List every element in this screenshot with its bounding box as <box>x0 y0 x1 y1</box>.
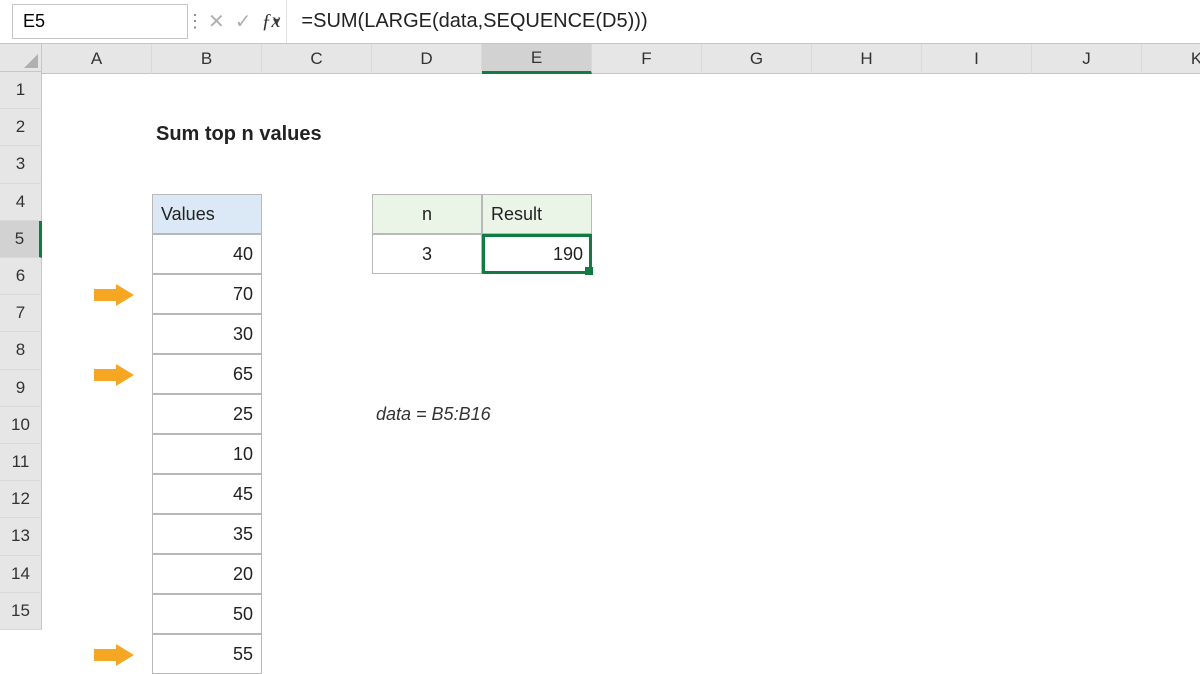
formula-bar: ▾ ⋮ ✕ ✓ ƒx =SUM(LARGE(data,SEQUENCE(D5))… <box>0 0 1200 44</box>
range-note: data = B5:B16 <box>372 394 592 434</box>
row-header[interactable]: 7 <box>0 295 42 332</box>
col-header[interactable]: C <box>262 44 372 74</box>
cell-result-value[interactable]: 190 <box>482 234 592 274</box>
enter-icon[interactable]: ✓ <box>235 9 252 34</box>
row-headers: 1 2 3 4 5 6 7 8 9 10 11 12 13 14 15 <box>0 44 42 630</box>
row-header[interactable]: 14 <box>0 556 42 593</box>
col-header[interactable]: F <box>592 44 702 74</box>
col-header[interactable]: D <box>372 44 482 74</box>
row-header[interactable]: 9 <box>0 370 42 407</box>
formula-input[interactable]: =SUM(LARGE(data,SEQUENCE(D5))) <box>286 0 1200 43</box>
arrow-right-icon <box>94 364 124 384</box>
cell-value[interactable]: 65 <box>152 354 262 394</box>
row-header[interactable]: 8 <box>0 332 42 369</box>
select-all-corner[interactable] <box>0 44 42 72</box>
cell-value[interactable]: 55 <box>152 634 262 674</box>
col-header[interactable]: A <box>42 44 152 74</box>
cell-value[interactable]: 20 <box>152 554 262 594</box>
cell-value[interactable]: 35 <box>152 514 262 554</box>
row-header[interactable]: 6 <box>0 258 42 295</box>
header-values[interactable]: Values <box>152 194 262 234</box>
col-header[interactable]: H <box>812 44 922 74</box>
sheet-title: Sum top n values <box>152 114 412 154</box>
col-header[interactable]: B <box>152 44 262 74</box>
col-header[interactable]: K <box>1142 44 1200 74</box>
header-n[interactable]: n <box>372 194 482 234</box>
arrow-right-icon <box>94 284 124 304</box>
cell-value[interactable]: 50 <box>152 594 262 634</box>
cell-value[interactable]: 25 <box>152 394 262 434</box>
row-header[interactable]: 5 <box>0 221 42 258</box>
row-header[interactable]: 13 <box>0 518 42 555</box>
separator: ⋮ <box>188 0 202 43</box>
cell-area[interactable]: Sum top n values Values n Result 3 190 4… <box>42 74 1200 630</box>
cell-n-value[interactable]: 3 <box>372 234 482 274</box>
row-header[interactable]: 15 <box>0 593 42 630</box>
header-result[interactable]: Result <box>482 194 592 234</box>
column-headers: A B C D E F G H I J K <box>42 44 1200 74</box>
row-header[interactable]: 1 <box>0 72 42 109</box>
cell-value[interactable]: 70 <box>152 274 262 314</box>
cancel-icon[interactable]: ✕ <box>208 9 225 34</box>
formula-controls: ✕ ✓ ƒx <box>202 0 286 43</box>
col-header[interactable]: E <box>482 44 592 74</box>
row-header[interactable]: 12 <box>0 481 42 518</box>
cell-value[interactable]: 30 <box>152 314 262 354</box>
worksheet-grid: 1 2 3 4 5 6 7 8 9 10 11 12 13 14 15 A B … <box>0 44 1200 630</box>
cell-value[interactable]: 10 <box>152 434 262 474</box>
col-header[interactable]: G <box>702 44 812 74</box>
cell-value[interactable]: 45 <box>152 474 262 514</box>
row-header[interactable]: 10 <box>0 407 42 444</box>
fx-icon[interactable]: ƒx <box>262 10 281 33</box>
name-box[interactable]: ▾ <box>12 4 188 39</box>
cell-value[interactable]: 40 <box>152 234 262 274</box>
row-header[interactable]: 2 <box>0 109 42 146</box>
row-header[interactable]: 11 <box>0 444 42 481</box>
row-header[interactable]: 4 <box>0 184 42 221</box>
row-header[interactable]: 3 <box>0 146 42 183</box>
col-header[interactable]: I <box>922 44 1032 74</box>
col-header[interactable]: J <box>1032 44 1142 74</box>
arrow-right-icon <box>94 644 124 664</box>
